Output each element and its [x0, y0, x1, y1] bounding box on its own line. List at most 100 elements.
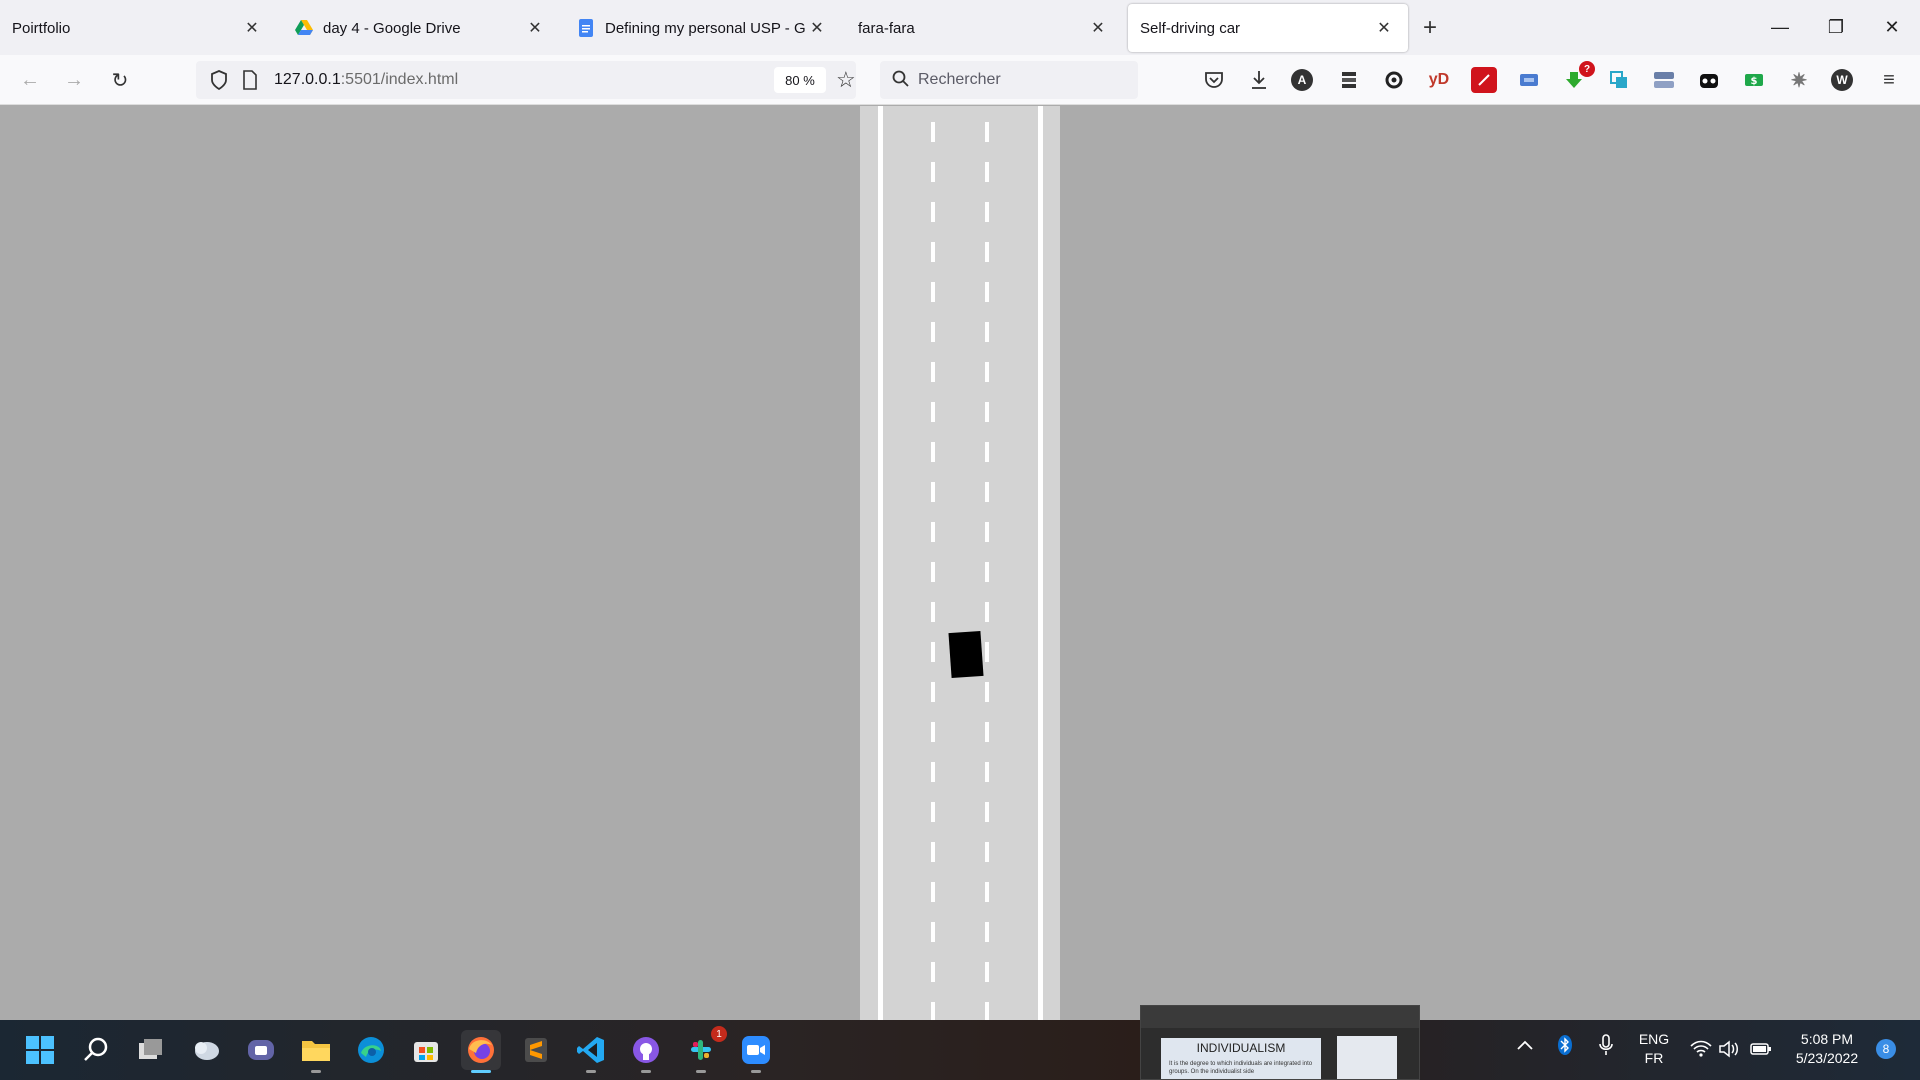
yd-icon[interactable]: yD: [1426, 67, 1452, 93]
window-controls: — ❐ ✕: [1752, 0, 1920, 55]
sublime-icon[interactable]: [516, 1030, 556, 1070]
lane-dash: [1038, 882, 1042, 902]
lane-dash: [984, 922, 989, 942]
forward-arrow-icon[interactable]: →: [58, 64, 90, 96]
microphone-icon[interactable]: [1598, 1033, 1614, 1062]
lane-dash: [878, 202, 882, 222]
chevron-up-icon[interactable]: [1516, 1038, 1534, 1056]
widgets-icon[interactable]: [186, 1030, 226, 1070]
bluetooth-icon[interactable]: [1557, 1034, 1573, 1061]
zoom-level-badge[interactable]: 80 %: [774, 67, 826, 93]
arrow-down-green-icon[interactable]: ?: [1561, 61, 1595, 93]
lane-dash: [878, 922, 882, 942]
edge-icon[interactable]: [351, 1030, 391, 1070]
lane-dash: [1038, 682, 1042, 702]
minimize-button[interactable]: —: [1752, 0, 1808, 55]
lane-dash: [984, 562, 989, 582]
vscode-icon[interactable]: [571, 1030, 611, 1073]
search-placeholder: Rechercher: [918, 71, 1001, 88]
task-view-icon[interactable]: [131, 1030, 171, 1070]
lane-dash: [984, 882, 989, 902]
windows-start-icon[interactable]: [20, 1030, 60, 1070]
url-text[interactable]: 127.0.0.1:5501/index.html: [274, 71, 458, 89]
wordpress-icon[interactable]: W: [1831, 69, 1853, 91]
lane-dash: [931, 1002, 936, 1020]
lane-dash: [878, 762, 882, 782]
lane-dash: [878, 842, 882, 862]
tab-google-drive[interactable]: day 4 - Google Drive ✕: [283, 4, 559, 52]
lane-dash: [931, 242, 936, 262]
lane-dash: [1038, 842, 1042, 862]
reader-icon[interactable]: [1336, 67, 1362, 93]
screen-icon[interactable]: [1516, 67, 1542, 93]
bear-icon[interactable]: [1696, 67, 1722, 93]
address-bar[interactable]: 127.0.0.1:5501/index.html 80 % ☆: [196, 61, 856, 99]
lane-dash: [931, 562, 936, 582]
battery-icon[interactable]: [1750, 1041, 1772, 1062]
lane-dash: [1038, 282, 1042, 302]
lane-dash: [878, 682, 882, 702]
shield-icon[interactable]: [210, 70, 228, 95]
extension-badge: ?: [1579, 61, 1595, 77]
lane-dash: [931, 162, 936, 182]
lane-dash: [1038, 402, 1042, 422]
menu-icon[interactable]: ≡: [1876, 67, 1902, 93]
new-tab-button[interactable]: +: [1410, 4, 1450, 52]
toggle-icon[interactable]: [1651, 67, 1677, 93]
close-icon[interactable]: ✕: [1372, 16, 1396, 40]
close-icon[interactable]: ✕: [1086, 16, 1110, 40]
lane-dash: [1038, 362, 1042, 382]
volume-icon[interactable]: [1718, 1040, 1740, 1063]
notification-center-button[interactable]: 8: [1876, 1039, 1896, 1059]
settings-icon[interactable]: ✷: [1786, 67, 1812, 93]
tab-title: Defining my personal USP - Goo: [605, 19, 805, 37]
download-icon[interactable]: [1246, 67, 1272, 93]
zoom-icon[interactable]: [736, 1030, 776, 1073]
pdf-icon[interactable]: [1471, 67, 1497, 93]
lane-dash: [931, 282, 936, 302]
slack-icon[interactable]: 1: [681, 1026, 727, 1073]
lane-dash: [931, 642, 936, 662]
clock[interactable]: 5:08 PM 5/23/2022: [1784, 1030, 1870, 1068]
input-language[interactable]: ENG FR: [1632, 1030, 1676, 1068]
tab-fara-fara[interactable]: fara-fara ✕: [846, 4, 1122, 52]
lane-dash: [878, 402, 882, 422]
back-arrow-icon[interactable]: ←: [14, 64, 46, 96]
window-thumbnail-preview[interactable]: INDIVIDUALISM It is the degree to which …: [1140, 1005, 1420, 1080]
github-icon[interactable]: [626, 1030, 666, 1073]
tab-google-docs[interactable]: Defining my personal USP - Goo ✕: [565, 4, 841, 52]
tab-self-driving-car[interactable]: Self-driving car ✕: [1128, 4, 1408, 52]
account-icon[interactable]: A: [1291, 69, 1313, 91]
copy-icon[interactable]: [1606, 67, 1632, 93]
close-icon[interactable]: ✕: [240, 16, 264, 40]
restore-button[interactable]: ❐: [1808, 0, 1864, 55]
close-icon[interactable]: ✕: [523, 16, 547, 40]
lane-dash: [931, 522, 936, 542]
store-icon[interactable]: [406, 1030, 446, 1070]
lane-dash: [931, 722, 936, 742]
lane-dash: [878, 882, 882, 902]
search-icon[interactable]: [76, 1030, 116, 1070]
close-icon[interactable]: ✕: [805, 16, 829, 40]
page-icon[interactable]: [242, 70, 258, 95]
cash-icon[interactable]: $: [1741, 67, 1767, 93]
sync-icon[interactable]: [1381, 67, 1407, 93]
lane-dash: [931, 842, 936, 862]
close-window-button[interactable]: ✕: [1864, 0, 1920, 55]
lane-dash: [931, 762, 936, 782]
pocket-icon[interactable]: [1201, 67, 1227, 93]
tab-title: day 4 - Google Drive: [323, 19, 461, 37]
wifi-icon[interactable]: [1690, 1040, 1712, 1063]
lane-dash: [984, 482, 989, 502]
teams-icon[interactable]: [241, 1030, 281, 1070]
lane-dash: [931, 802, 936, 822]
reload-icon[interactable]: ↻: [104, 64, 136, 96]
search-bar[interactable]: Rechercher: [880, 61, 1138, 99]
running-indicator: [586, 1070, 596, 1073]
bookmark-star-icon[interactable]: ☆: [836, 67, 856, 93]
firefox-icon[interactable]: [461, 1030, 501, 1073]
tab-portfolio[interactable]: Poirtfolio ✕: [0, 4, 276, 52]
file-explorer-icon[interactable]: [296, 1030, 336, 1073]
lane-dash: [931, 482, 936, 502]
lane-dash: [931, 962, 936, 982]
